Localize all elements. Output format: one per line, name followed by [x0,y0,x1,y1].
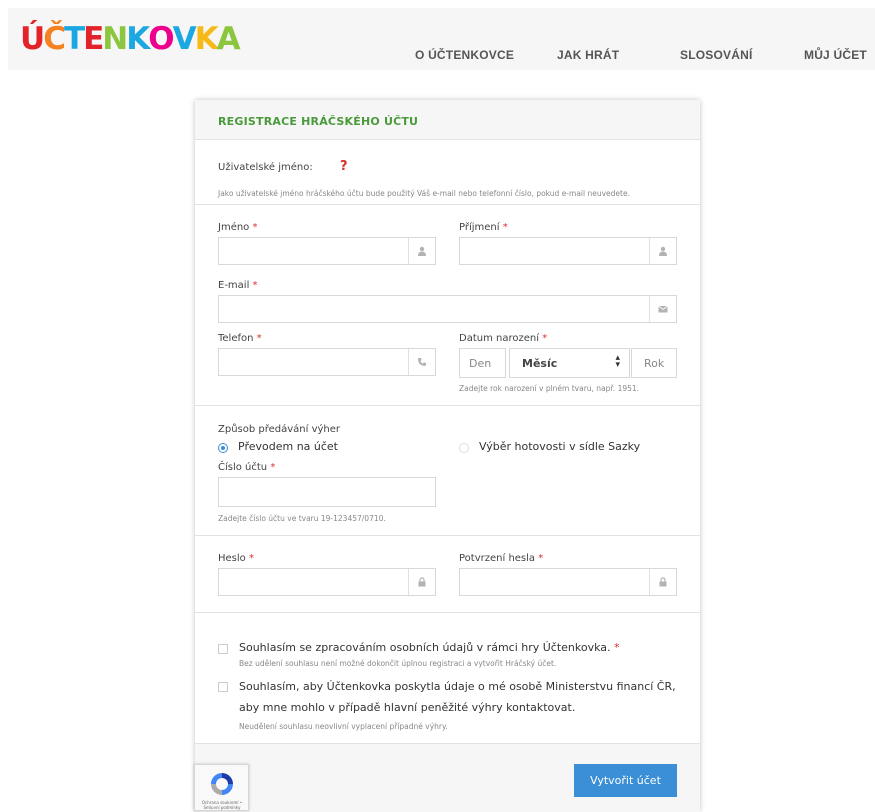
email-input[interactable] [218,295,677,323]
account-label: Číslo účtu * [218,462,276,473]
nav-slosovani[interactable]: SLOSOVÁNÍ [680,48,752,62]
registration-card: REGISTRACE HRÁČSKÉHO ÚČTU Uživatelské jm… [195,100,700,812]
consent2-help: Neudělení souhlasu neovlivní vyplacení p… [239,722,448,731]
consent1-checkbox[interactable] [218,644,228,654]
recaptcha-badge[interactable]: Ochrana soukromí • Smluvní podmínky [194,764,249,811]
select-arrows-icon: ▴ ▾ [615,353,620,370]
radio-cash-label[interactable]: Výběr hotovosti v sídle Sazky [479,440,640,453]
radio-transfer[interactable] [218,443,228,453]
divider [195,204,700,205]
dob-day-input[interactable]: Den [459,348,506,378]
divider [195,612,700,613]
dob-label: Datum narození * [459,333,548,344]
dob-help: Zadejte rok narození v plném tvaru, např… [459,384,640,393]
radio-transfer-label[interactable]: Převodem na účet [238,440,338,453]
consent2-label-line2[interactable]: aby mne mohlo v případě hlavní peněžité … [239,701,575,714]
logo-letter: T [63,21,85,57]
email-label: E-mail * [218,280,258,291]
user-icon [408,238,435,264]
password-label: Heslo * [218,553,254,564]
recaptcha-icon [211,773,233,795]
logo-letter: N [102,21,128,57]
password-input[interactable] [218,568,436,596]
consent1-help: Bez udělení souhlasu není možné dokončit… [239,659,557,668]
dob-month-select[interactable]: Měsíc ▴ ▾ [509,348,630,378]
logo[interactable]: ÚČTENKOVKA [20,21,241,57]
recaptcha-text: Ochrana soukromí • Smluvní podmínky [201,800,243,810]
first-name-input[interactable] [218,237,436,265]
dob-year-input[interactable]: Rok [631,348,677,378]
last-name-input[interactable] [459,237,677,265]
last-name-label: Příjmení * [459,222,508,233]
password-confirm-input[interactable] [459,568,677,596]
divider [195,405,700,406]
radio-cash[interactable] [459,443,469,453]
logo-letter: Č [43,21,66,57]
account-help: Zadejte číslo účtu ve tvaru 19-123457/07… [218,514,386,523]
card-header: REGISTRACE HRÁČSKÉHO ÚČTU [195,100,700,140]
username-help: Jako uživatelské jméno hráčského účtu bu… [218,189,630,198]
phone-label: Telefon * [218,333,262,344]
logo-letter: A [216,21,241,57]
nav-muj-ucet[interactable]: MŮJ ÚČET [804,48,867,62]
create-account-button[interactable]: Vytvořit účet [574,764,677,797]
envelope-icon [649,296,676,322]
nav-o-uctenkovce[interactable]: O ÚČTENKOVCE [415,48,514,62]
dob-day-placeholder: Den [469,357,492,370]
account-input[interactable] [218,477,436,507]
lock-icon [408,569,435,595]
payout-label: Způsob předávání výher [218,424,341,435]
site-header: ÚČTENKOVKA O ÚČTENKOVCE JAK HRÁT SLOSOVÁ… [8,8,875,70]
form-title: REGISTRACE HRÁČSKÉHO ÚČTU [218,115,419,128]
user-icon [649,238,676,264]
help-icon[interactable]: ? [340,159,348,174]
consent2-label-line1[interactable]: Souhlasím, aby Účtenkovka poskytla údaje… [239,680,676,693]
logo-letter: E [83,21,104,57]
nav-jak-hrat[interactable]: JAK HRÁT [557,48,619,62]
logo-letter: K [126,21,150,57]
username-label: Uživatelské jméno: [218,162,313,173]
radio-dot [221,446,225,450]
logo-letter: Ú [20,21,45,57]
consent1-label[interactable]: Souhlasím se zpracováním osobních údajů … [239,641,620,654]
first-name-label: Jméno * [218,222,258,233]
logo-letter: O [148,21,174,57]
logo-letter: V [172,21,197,57]
lock-icon [649,569,676,595]
dob-month-value: Měsíc [522,357,558,370]
phone-input[interactable] [218,348,436,376]
logo-letter: K [194,21,219,57]
consent2-checkbox[interactable] [218,682,228,692]
dob-year-placeholder: Rok [644,357,665,370]
phone-icon [408,349,435,375]
password-confirm-label: Potvrzení hesla * [459,553,544,564]
divider [195,535,700,536]
